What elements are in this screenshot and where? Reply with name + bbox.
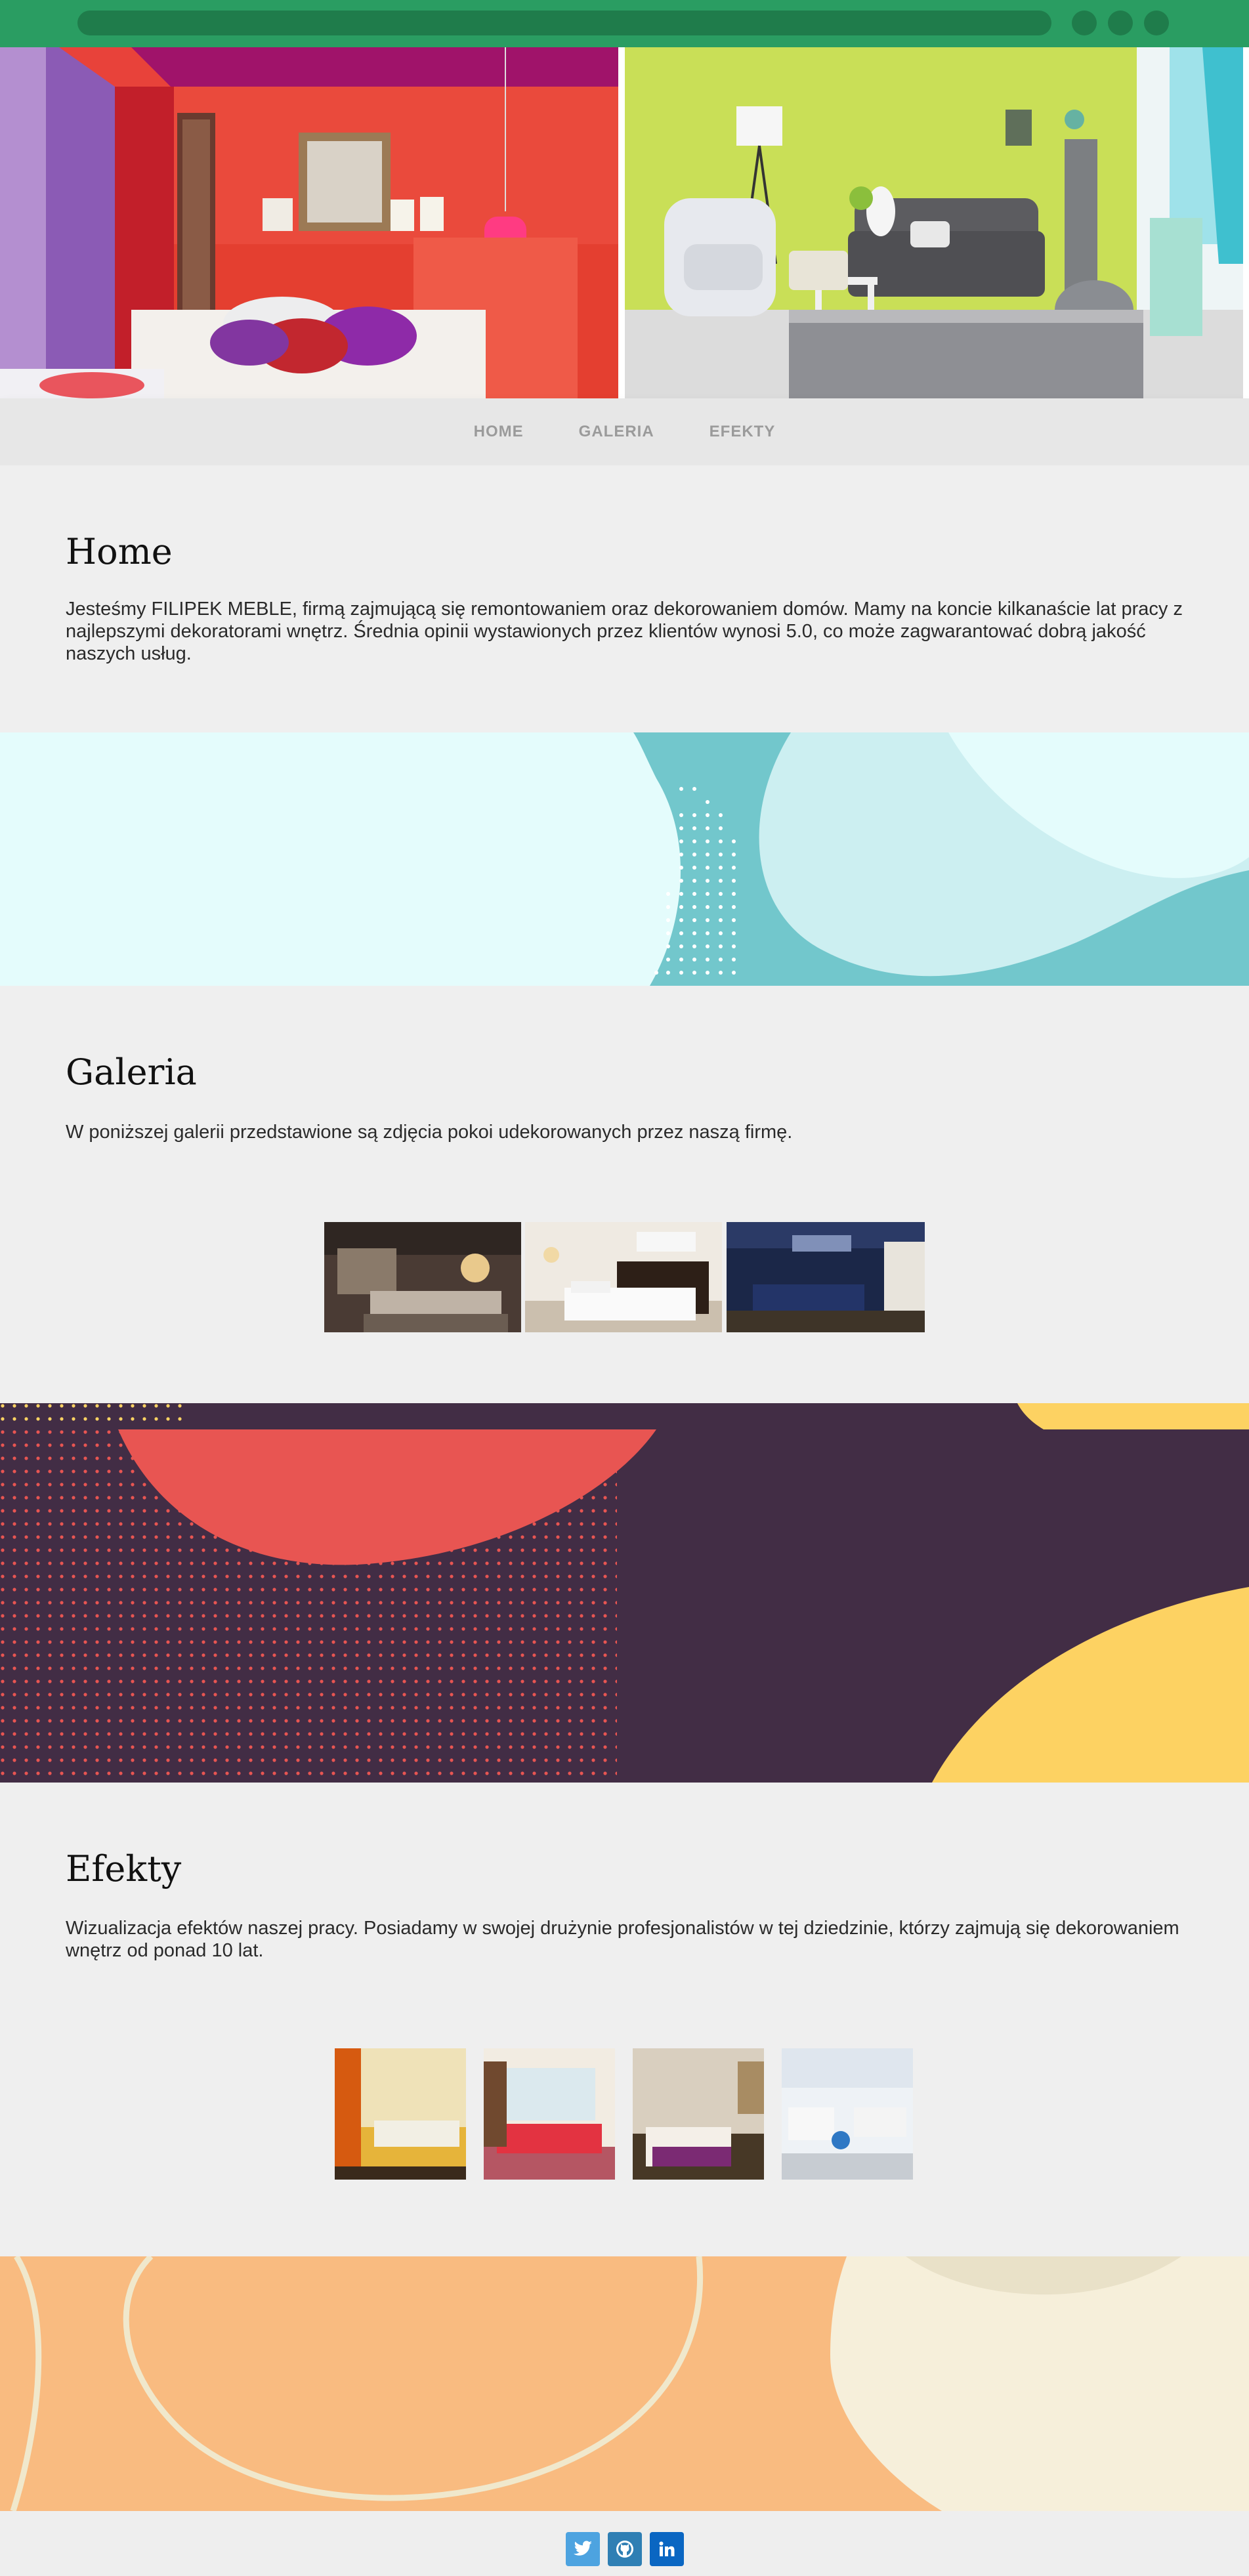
hero-images <box>0 47 1249 398</box>
decorative-wave-peach <box>0 2256 1249 2511</box>
hero-image-red-bedroom <box>0 47 618 398</box>
home-title: Home <box>66 531 173 572</box>
efekty-image-3[interactable] <box>633 2048 764 2180</box>
window-control-dot[interactable] <box>1072 11 1097 35</box>
nav-home-link[interactable]: HOME <box>474 423 524 441</box>
efekty-section: Efekty Wizualizacja efektów naszej pracy… <box>0 1783 1249 2256</box>
top-bar <box>0 0 1249 47</box>
gallery-image-2[interactable] <box>525 1222 722 1332</box>
efekty-image-4[interactable] <box>782 2048 913 2180</box>
decorative-wave-plum <box>0 1403 1249 1783</box>
decorative-wave-teal <box>0 732 1249 986</box>
nav-galeria-link[interactable]: GALERIA <box>579 423 654 441</box>
gallery-image-3[interactable] <box>727 1222 925 1332</box>
window-control-dot[interactable] <box>1108 11 1133 35</box>
twitter-icon[interactable] <box>566 2532 600 2566</box>
efekty-image-2[interactable] <box>484 2048 615 2180</box>
efekty-text: Wizualizacja efektów naszej pracy. Posia… <box>66 1918 1179 1961</box>
galeria-title: Galeria <box>66 1051 197 1093</box>
main-nav: HOME GALERIA EFEKTY <box>0 398 1249 465</box>
linkedin-icon[interactable] <box>650 2532 684 2566</box>
hero-image-green-living-room <box>625 47 1243 398</box>
address-bar[interactable] <box>77 11 1051 35</box>
window-control-dot[interactable] <box>1144 11 1169 35</box>
github-icon[interactable] <box>608 2532 642 2566</box>
home-section: Home Jesteśmy FILIPEK MEBLE, firmą zajmu… <box>0 465 1249 732</box>
galeria-text: W poniższej galerii przedstawione są zdj… <box>66 1122 793 1143</box>
efekty-title: Efekty <box>66 1848 182 1890</box>
galeria-section: Galeria W poniższej galerii przedstawion… <box>0 986 1249 1403</box>
gallery-image-1[interactable] <box>324 1222 521 1332</box>
nav-efekty-link[interactable]: EFEKTY <box>709 423 776 441</box>
home-text: Jesteśmy FILIPEK MEBLE, firmą zajmującą … <box>66 599 1183 664</box>
footer <box>0 2511 1249 2576</box>
efekty-image-1[interactable] <box>335 2048 466 2180</box>
